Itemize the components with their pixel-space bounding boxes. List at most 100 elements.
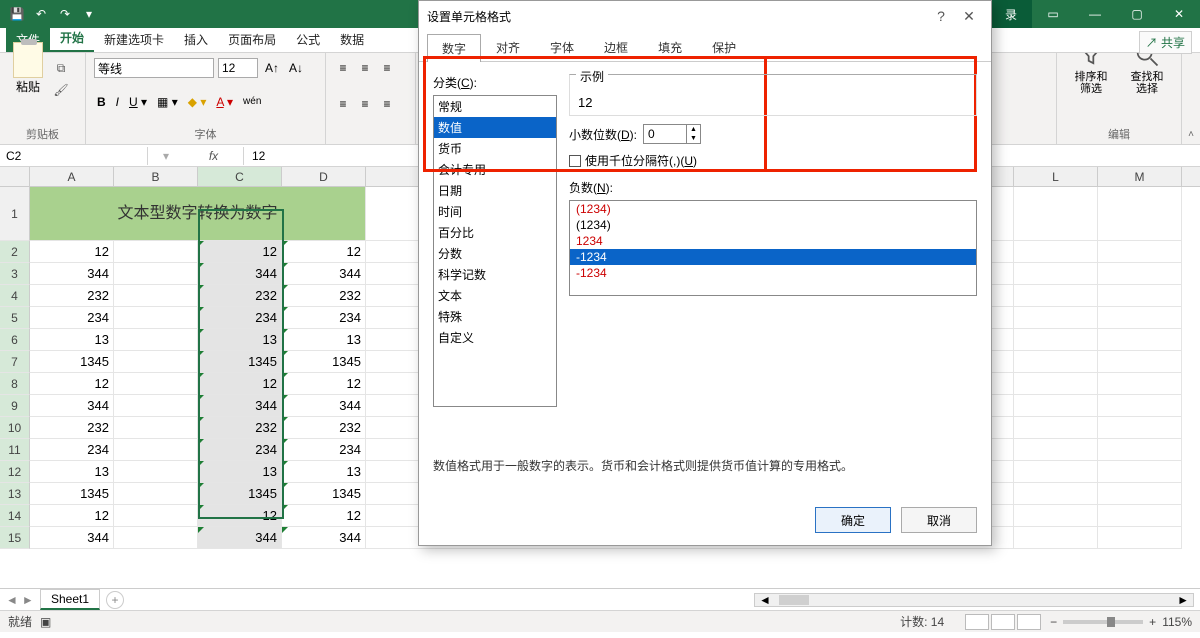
category-option[interactable]: 会计专用 xyxy=(434,159,556,180)
format-painter-icon[interactable]: 🖌 xyxy=(52,81,70,99)
cell[interactable] xyxy=(114,527,198,549)
sheet-nav-next-icon[interactable]: ► xyxy=(22,593,34,607)
category-option[interactable]: 特殊 xyxy=(434,306,556,327)
cell[interactable] xyxy=(114,373,198,395)
paste-button[interactable]: 粘贴 xyxy=(8,42,48,95)
row-header[interactable]: 9 xyxy=(0,395,30,417)
tab-home[interactable]: 开始 xyxy=(50,25,94,52)
redo-icon[interactable]: ↷ xyxy=(56,5,74,23)
view-pagebreak-icon[interactable] xyxy=(1017,614,1041,630)
minimize-icon[interactable]: — xyxy=(1074,0,1116,28)
view-normal-icon[interactable] xyxy=(965,614,989,630)
underline-button[interactable]: U ▾ xyxy=(126,94,150,110)
copy-icon[interactable]: ⧉ xyxy=(52,59,70,77)
decrease-font-icon[interactable]: A↓ xyxy=(286,60,306,76)
dialog-tab-fill[interactable]: 填充 xyxy=(643,33,697,61)
cell[interactable]: 344 xyxy=(198,395,282,417)
cell[interactable] xyxy=(114,417,198,439)
cell[interactable]: 1345 xyxy=(198,483,282,505)
undo-icon[interactable]: ↶ xyxy=(32,5,50,23)
border-button[interactable]: ▦ ▾ xyxy=(154,94,181,110)
close-icon[interactable]: ✕ xyxy=(1158,0,1200,28)
cell[interactable]: 234 xyxy=(30,307,114,329)
cell[interactable]: 232 xyxy=(198,285,282,307)
ok-button[interactable]: 确定 xyxy=(815,507,891,533)
cell[interactable]: 344 xyxy=(282,527,366,549)
cell[interactable]: 12 xyxy=(30,241,114,263)
dialog-tab-protect[interactable]: 保护 xyxy=(697,33,751,61)
row-header[interactable]: 7 xyxy=(0,351,30,373)
cell[interactable]: 232 xyxy=(30,285,114,307)
tab-layout[interactable]: 页面布局 xyxy=(218,27,286,52)
cell[interactable]: 13 xyxy=(282,461,366,483)
cell[interactable]: 232 xyxy=(30,417,114,439)
add-sheet-button[interactable]: + xyxy=(106,591,124,609)
decimals-spinner[interactable]: ▲▼ xyxy=(687,124,701,144)
cell[interactable] xyxy=(114,329,198,351)
cell[interactable]: 1345 xyxy=(30,483,114,505)
cell[interactable]: 232 xyxy=(198,417,282,439)
category-option[interactable]: 百分比 xyxy=(434,222,556,243)
align-top-icon[interactable]: ≡ xyxy=(334,61,352,75)
share-button[interactable]: ↗ 共享 xyxy=(1139,31,1192,54)
category-list[interactable]: 常规数值货币会计专用日期时间百分比分数科学记数文本特殊自定义 xyxy=(433,95,557,407)
align-right-icon[interactable]: ≡ xyxy=(378,97,396,111)
cell[interactable]: 12 xyxy=(282,373,366,395)
cell[interactable]: 1345 xyxy=(198,351,282,373)
category-option[interactable]: 日期 xyxy=(434,180,556,201)
save-icon[interactable]: 💾 xyxy=(8,5,26,23)
cell[interactable] xyxy=(114,395,198,417)
align-bottom-icon[interactable]: ≡ xyxy=(378,61,396,75)
macro-record-icon[interactable]: ▣ xyxy=(40,615,51,629)
dialog-tab-number[interactable]: 数字 xyxy=(427,34,481,62)
cell[interactable]: 13 xyxy=(282,329,366,351)
sheet-nav-prev-icon[interactable]: ◄ xyxy=(6,593,18,607)
tab-formula[interactable]: 公式 xyxy=(286,27,330,52)
cell[interactable]: 232 xyxy=(282,285,366,307)
dialog-close-icon[interactable]: ✕ xyxy=(955,8,983,25)
row-header[interactable]: 6 xyxy=(0,329,30,351)
negative-option[interactable]: -1234 xyxy=(570,249,976,265)
dialog-tab-border[interactable]: 边框 xyxy=(589,33,643,61)
cell[interactable]: 234 xyxy=(282,307,366,329)
zoom-value[interactable]: 115% xyxy=(1162,615,1192,629)
cell[interactable] xyxy=(114,307,198,329)
category-option[interactable]: 数值 xyxy=(434,117,556,138)
cell[interactable] xyxy=(114,241,198,263)
zoom-in-icon[interactable]: + xyxy=(1149,615,1156,629)
name-box[interactable]: C2 xyxy=(0,147,148,165)
decimals-input[interactable] xyxy=(643,124,687,144)
cell[interactable]: 234 xyxy=(198,307,282,329)
col-header-a[interactable]: A xyxy=(30,167,114,186)
zoom-out-icon[interactable]: − xyxy=(1050,615,1057,629)
row-header[interactable]: 3 xyxy=(0,263,30,285)
cell[interactable]: 1345 xyxy=(282,351,366,373)
category-option[interactable]: 时间 xyxy=(434,201,556,222)
fill-color-button[interactable]: ◆ ▾ xyxy=(185,94,210,110)
align-center-icon[interactable]: ≡ xyxy=(356,97,374,111)
cell[interactable]: 344 xyxy=(30,395,114,417)
cell[interactable] xyxy=(114,483,198,505)
negative-option[interactable]: (1234) xyxy=(570,217,976,233)
category-option[interactable]: 文本 xyxy=(434,285,556,306)
cell[interactable]: 12 xyxy=(30,373,114,395)
zoom-slider[interactable] xyxy=(1063,620,1143,624)
row-header[interactable]: 13 xyxy=(0,483,30,505)
negative-option[interactable]: 1234 xyxy=(570,233,976,249)
category-option[interactable]: 常规 xyxy=(434,96,556,117)
category-option[interactable]: 货币 xyxy=(434,138,556,159)
cell[interactable]: 344 xyxy=(198,527,282,549)
dialog-tab-align[interactable]: 对齐 xyxy=(481,33,535,61)
select-all-corner[interactable] xyxy=(0,167,30,186)
formula-value[interactable]: 12 xyxy=(244,147,273,165)
merged-header-cell[interactable]: 文本型数字转换为数字 xyxy=(30,187,366,241)
font-name-select[interactable] xyxy=(94,58,214,78)
align-middle-icon[interactable]: ≡ xyxy=(356,61,374,75)
cell[interactable]: 12 xyxy=(282,505,366,527)
font-size-select[interactable] xyxy=(218,58,258,78)
cell[interactable]: 1345 xyxy=(30,351,114,373)
cell[interactable]: 13 xyxy=(198,329,282,351)
cell[interactable]: 344 xyxy=(30,527,114,549)
cell[interactable]: 13 xyxy=(30,461,114,483)
cell[interactable]: 344 xyxy=(198,263,282,285)
